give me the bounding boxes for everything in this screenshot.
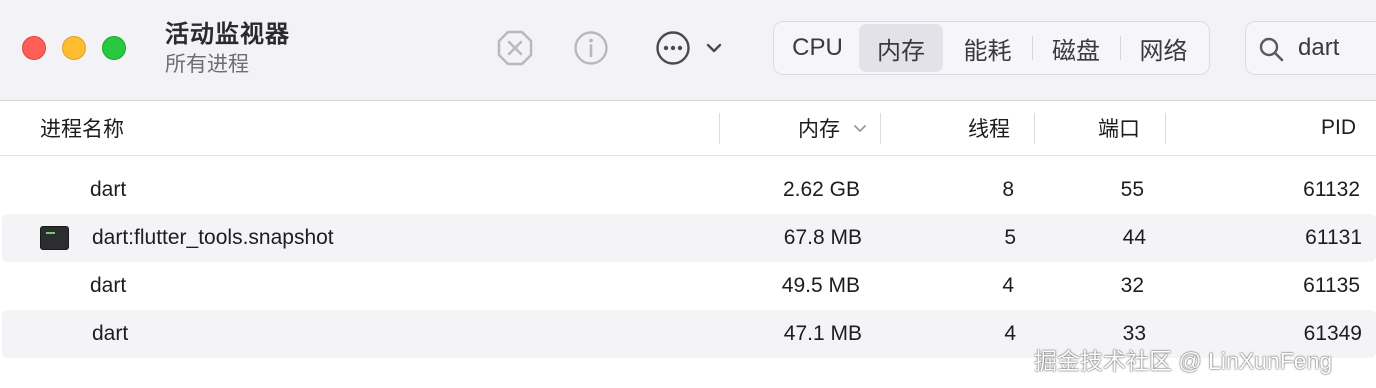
table-row[interactable]: dart 2.62 GB 8 55 61132 — [0, 166, 1376, 214]
view-tabs: CPU 内存 能耗 磁盘 网络 — [773, 21, 1210, 75]
column-divider[interactable] — [1165, 113, 1166, 144]
stop-process-icon[interactable] — [495, 28, 535, 68]
tab-energy[interactable]: 能耗 — [943, 24, 1032, 72]
column-memory-label: 内存 — [798, 118, 840, 141]
column-divider[interactable] — [1034, 113, 1035, 144]
column-process-name[interactable]: 进程名称 — [40, 101, 124, 155]
column-memory[interactable]: 内存 — [740, 101, 868, 155]
column-header: 进程名称 内存 线程 端口 PID — [0, 101, 1376, 156]
process-name: dart — [90, 274, 127, 297]
process-memory: 67.8 MB — [783, 226, 862, 249]
process-threads: 5 — [1004, 226, 1016, 249]
window-title-block: 活动监视器 所有进程 — [165, 20, 290, 79]
column-divider[interactable] — [719, 113, 720, 144]
process-ports: 55 — [1120, 178, 1144, 201]
sort-descending-icon — [852, 120, 868, 136]
tab-network[interactable]: 网络 — [1120, 24, 1207, 72]
toolbar: 活动监视器 所有进程 CPU 内存 能耗 磁盘 网络 dart — [0, 0, 1376, 101]
process-memory: 2.62 GB — [782, 178, 860, 201]
column-threads[interactable]: 线程 — [900, 101, 1010, 155]
column-pid[interactable]: PID — [1200, 101, 1356, 155]
process-name: dart:flutter_tools.snapshot — [92, 226, 334, 249]
process-pid: 61135 — [1303, 274, 1360, 297]
info-icon[interactable] — [571, 28, 611, 68]
process-ports: 44 — [1122, 226, 1146, 249]
process-memory: 49.5 MB — [781, 274, 860, 297]
process-threads: 8 — [1002, 178, 1014, 201]
close-window-button[interactable] — [22, 36, 46, 60]
search-input[interactable] — [1298, 32, 1376, 64]
tab-cpu[interactable]: CPU — [776, 24, 859, 72]
process-memory: 47.1 MB — [783, 322, 862, 345]
process-name: dart — [90, 178, 127, 201]
zoom-window-button[interactable] — [102, 36, 126, 60]
tab-memory[interactable]: 内存 — [859, 24, 943, 72]
process-ports: 32 — [1120, 274, 1144, 297]
search-field[interactable] — [1245, 21, 1376, 75]
process-threads: 4 — [1004, 322, 1016, 345]
process-pid: 61131 — [1305, 226, 1362, 249]
process-pid: 61132 — [1303, 178, 1360, 201]
chevron-down-icon[interactable] — [703, 37, 725, 59]
column-ports[interactable]: 端口 — [1040, 101, 1140, 155]
app-subtitle: 所有进程 — [165, 53, 249, 76]
app-title: 活动监视器 — [165, 21, 290, 48]
table-row[interactable]: dart 49.5 MB 4 32 61135 — [0, 262, 1376, 310]
watermark-text: 掘金技术社区 @ LinXunFeng — [1034, 348, 1333, 374]
table-row[interactable]: dart:flutter_tools.snapshot 67.8 MB 5 44… — [2, 214, 1376, 262]
terminal-icon — [40, 226, 69, 250]
process-name: dart — [92, 322, 129, 345]
process-threads: 4 — [1002, 274, 1014, 297]
activity-monitor-window: 活动监视器 所有进程 CPU 内存 能耗 磁盘 网络 dart 进程名称 内存 … — [0, 0, 1376, 388]
more-options-icon[interactable] — [653, 28, 693, 68]
tab-disk[interactable]: 磁盘 — [1032, 24, 1120, 72]
column-divider[interactable] — [880, 113, 881, 144]
process-table: dart 2.62 GB 8 55 61132 dart:flutter_too… — [0, 166, 1376, 358]
minimize-window-button[interactable] — [62, 36, 86, 60]
search-icon — [1257, 35, 1285, 63]
